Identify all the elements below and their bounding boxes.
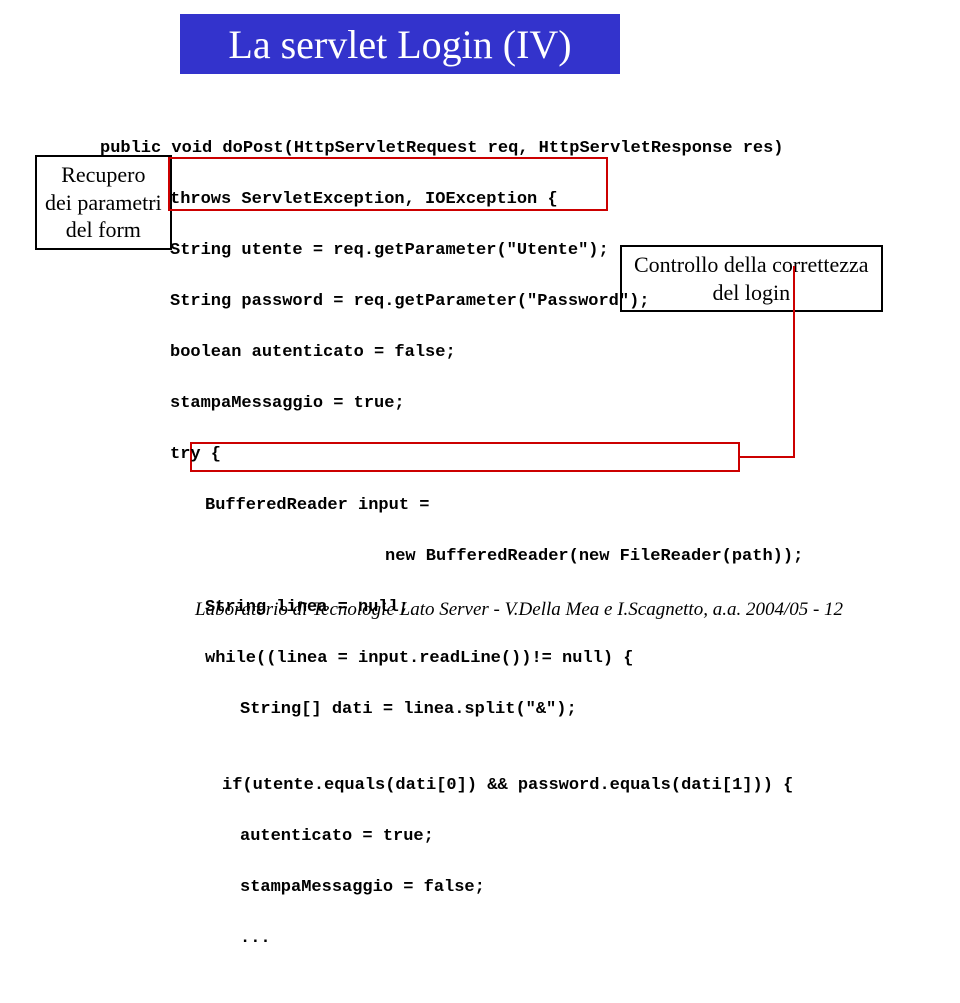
code-line: autenticato = true; [240,824,900,850]
code-block: public void doPost(HttpServletRequest re… [100,110,900,1003]
code-line: String[] dati = linea.split("&"); [240,697,900,723]
code-line: ... [240,926,900,952]
code-line: String utente = req.getParameter("Utente… [170,238,900,264]
slide-title-box: La servlet Login (IV) [180,14,620,74]
code-line: public void doPost(HttpServletRequest re… [100,136,900,162]
code-line: boolean autenticato = false; [170,340,900,366]
code-line: BufferedReader input = [205,493,900,519]
code-line: String password = req.getParameter("Pass… [170,289,900,315]
slide-title: La servlet Login (IV) [228,21,571,68]
code-line: stampaMessaggio = true; [170,391,900,417]
code-line: stampaMessaggio = false; [240,875,900,901]
slide-footer: Laboratorio di Tecnologie Lato Server - … [195,599,843,621]
code-line: throws ServletException, IOException { [170,187,900,213]
code-line: while((linea = input.readLine())!= null)… [205,646,900,672]
code-line: if(utente.equals(dati[0]) && password.eq… [222,773,900,799]
code-line: try { [170,442,900,468]
code-line: new BufferedReader(new FileReader(path))… [385,544,900,570]
